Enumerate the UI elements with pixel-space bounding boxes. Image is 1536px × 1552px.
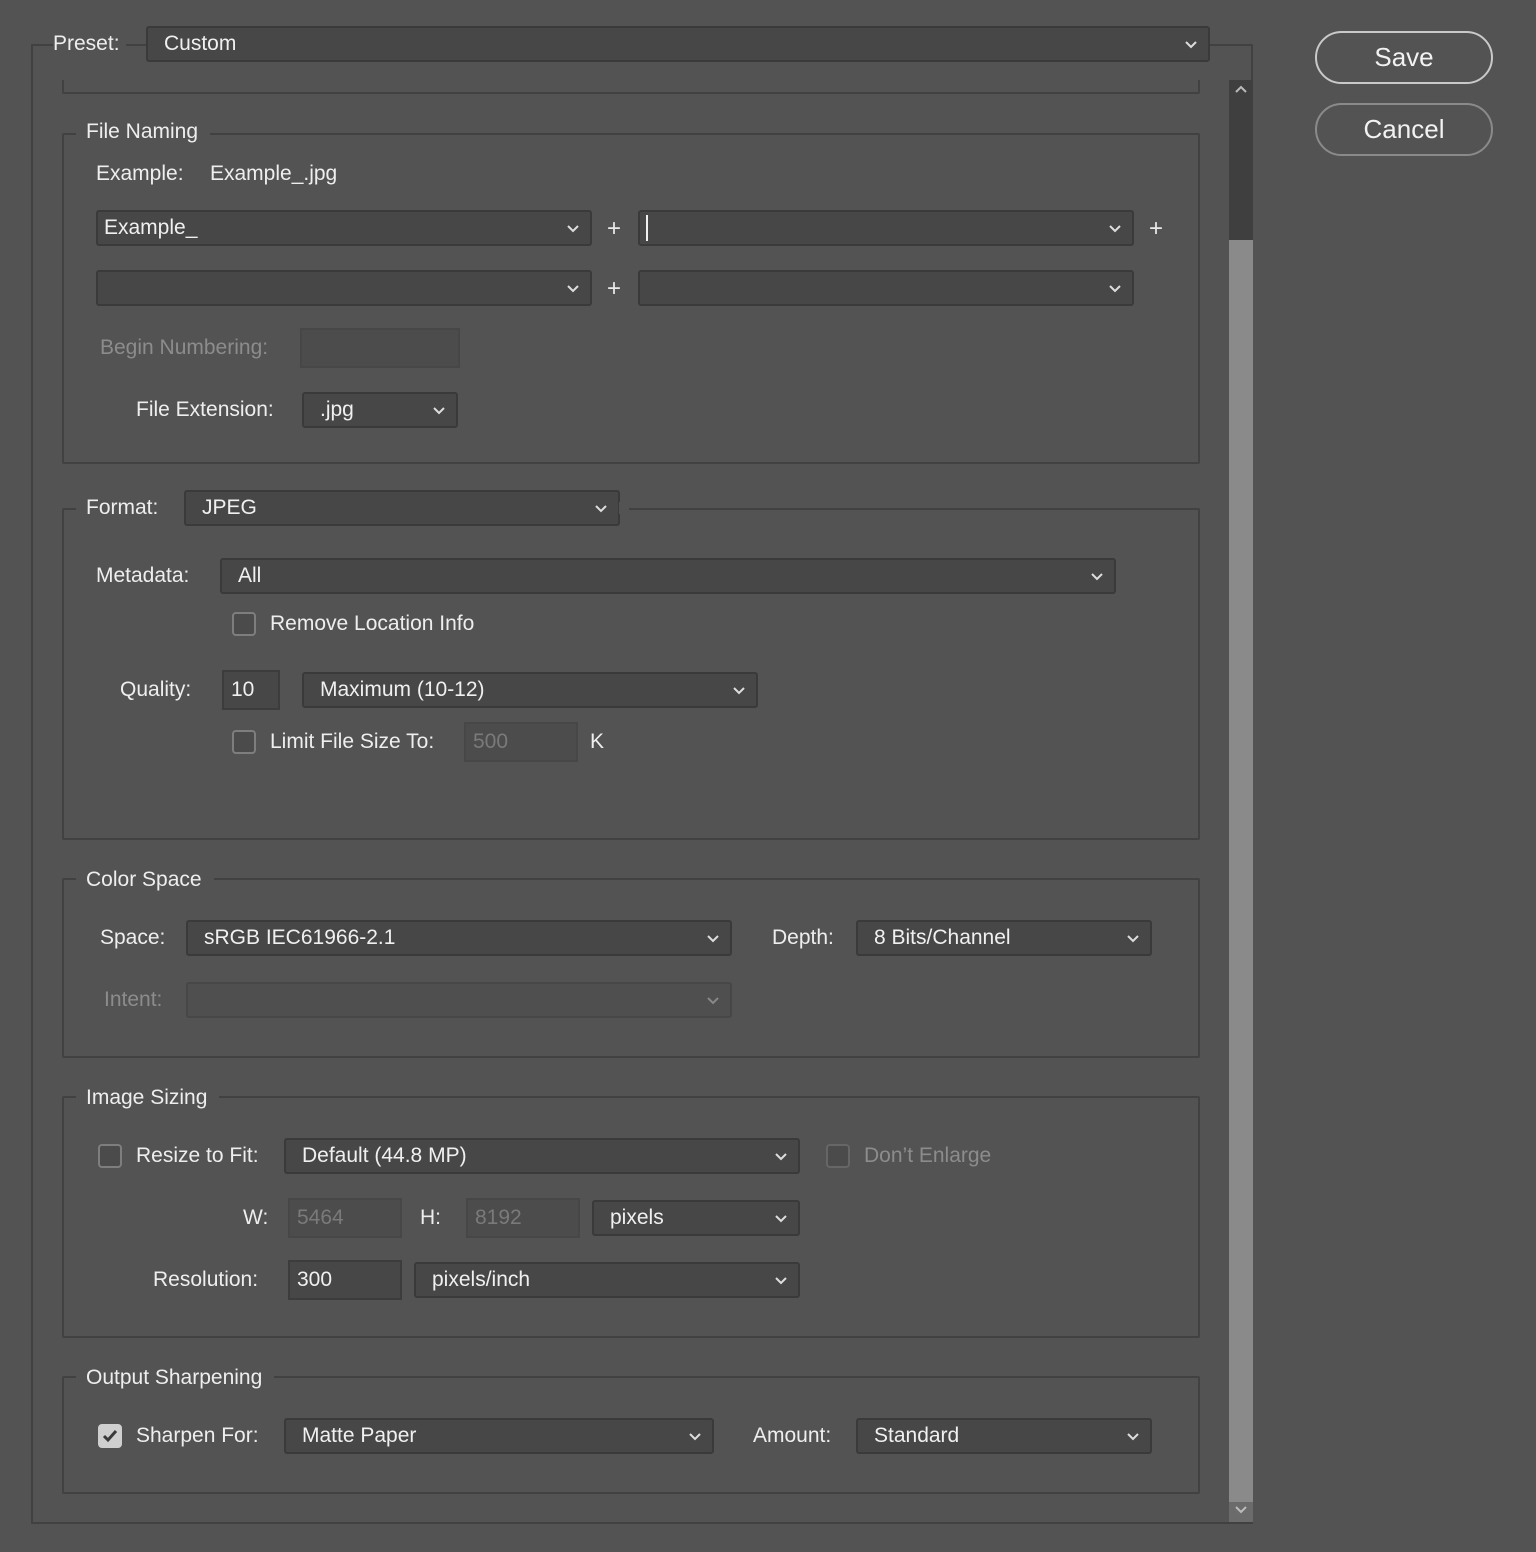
space-label: Space: xyxy=(100,926,166,949)
plus-icon: + xyxy=(607,275,622,302)
chevron-down-icon xyxy=(1109,225,1121,233)
size-unit-value: pixels xyxy=(610,1206,664,1229)
resize-to-fit-checkbox[interactable] xyxy=(98,1144,122,1168)
size-unit-select[interactable]: pixels xyxy=(592,1200,800,1236)
amount-select[interactable]: Standard xyxy=(856,1418,1152,1454)
amount-value: Standard xyxy=(874,1424,960,1447)
name-part-1-select[interactable]: Example_ xyxy=(96,210,592,246)
resize-to-fit-value: Default (44.8 MP) xyxy=(302,1144,467,1167)
text-cursor xyxy=(646,215,648,242)
chevron-down-icon xyxy=(1109,285,1121,293)
scrollbar-thumb[interactable] xyxy=(1229,240,1253,1502)
metadata-select[interactable]: All xyxy=(220,558,1116,594)
scrollbar-track xyxy=(1229,80,1253,240)
remove-location-label: Remove Location Info xyxy=(270,612,475,635)
checkmark-icon xyxy=(102,1430,118,1443)
quality-field[interactable]: 10 xyxy=(222,670,280,710)
begin-numbering-label: Begin Numbering: xyxy=(100,336,269,359)
file-extension-value: .jpg xyxy=(320,398,354,421)
limit-size-field[interactable]: 500 xyxy=(464,722,578,762)
cancel-button[interactable]: Cancel xyxy=(1315,103,1493,156)
scroll-down-icon[interactable] xyxy=(1234,1502,1248,1516)
height-field[interactable]: 8192 xyxy=(466,1198,580,1238)
limit-size-unit: K xyxy=(590,730,605,753)
begin-numbering-field[interactable] xyxy=(300,328,460,368)
metadata-value: All xyxy=(238,564,262,587)
chevron-down-icon xyxy=(707,997,719,1005)
dont-enlarge-label: Don’t Enlarge xyxy=(864,1144,992,1167)
quality-preset-select[interactable]: Maximum (10-12) xyxy=(302,672,758,708)
preset-value: Custom xyxy=(164,32,237,55)
chevron-down-icon xyxy=(433,407,445,415)
sharpen-for-label: Sharpen For: xyxy=(136,1424,259,1447)
plus-icon: + xyxy=(1149,215,1164,242)
chevron-down-icon xyxy=(775,1153,787,1161)
vertical-scrollbar[interactable] xyxy=(1229,80,1253,1522)
chevron-down-icon xyxy=(689,1433,701,1441)
chevron-down-icon xyxy=(733,687,745,695)
format-title-gap xyxy=(619,502,629,514)
depth-value: 8 Bits/Channel xyxy=(874,926,1011,949)
intent-label: Intent: xyxy=(104,988,163,1011)
space-select[interactable]: sRGB IEC61966-2.1 xyxy=(186,920,732,956)
chevron-down-icon xyxy=(595,505,607,513)
chevron-down-icon xyxy=(775,1277,787,1285)
name-part-1-value: Example_ xyxy=(104,216,198,239)
image-sizing-title: Image Sizing xyxy=(76,1084,220,1112)
name-part-2-select[interactable] xyxy=(638,210,1134,246)
chevron-down-icon xyxy=(567,225,579,233)
resize-to-fit-select[interactable]: Default (44.8 MP) xyxy=(284,1138,800,1174)
sharpen-for-checkbox[interactable] xyxy=(98,1424,122,1448)
color-space-title: Color Space xyxy=(76,866,214,894)
dont-enlarge-checkbox[interactable] xyxy=(826,1144,850,1168)
previous-group-edge xyxy=(62,80,1200,94)
save-button[interactable]: Save xyxy=(1315,31,1493,84)
quality-preset-value: Maximum (10-12) xyxy=(320,678,485,701)
file-naming-title: File Naming xyxy=(76,118,211,146)
chevron-down-icon xyxy=(1091,573,1103,581)
preset-label: Preset: xyxy=(53,31,126,57)
name-part-4-select[interactable] xyxy=(638,270,1134,306)
resolution-label: Resolution: xyxy=(153,1268,259,1291)
chevron-down-icon xyxy=(1185,41,1197,49)
sharpen-for-value: Matte Paper xyxy=(302,1424,417,1447)
format-select[interactable]: JPEG xyxy=(184,490,620,526)
chevron-down-icon xyxy=(1127,1433,1139,1441)
resolution-field[interactable]: 300 xyxy=(288,1260,402,1300)
resize-to-fit-label: Resize to Fit: xyxy=(136,1144,259,1167)
example-label: Example: xyxy=(96,162,184,185)
quality-label: Quality: xyxy=(120,678,192,701)
plus-icon: + xyxy=(607,215,622,242)
intent-select[interactable] xyxy=(186,982,732,1018)
resolution-unit-value: pixels/inch xyxy=(432,1268,531,1291)
chevron-down-icon xyxy=(775,1215,787,1223)
width-field[interactable]: 5464 xyxy=(288,1198,402,1238)
scroll-up-icon[interactable] xyxy=(1234,83,1248,97)
remove-location-checkbox[interactable] xyxy=(232,612,256,636)
limit-size-checkbox[interactable] xyxy=(232,730,256,754)
preset-select[interactable]: Custom xyxy=(146,26,1210,62)
space-value: sRGB IEC61966-2.1 xyxy=(204,926,396,949)
depth-label: Depth: xyxy=(772,926,834,949)
chevron-down-icon xyxy=(1127,935,1139,943)
resolution-unit-select[interactable]: pixels/inch xyxy=(414,1262,800,1298)
settings-scroll-area[interactable]: File Naming Example: Example_.jpg Exampl… xyxy=(33,80,1229,1522)
sharpen-for-select[interactable]: Matte Paper xyxy=(284,1418,714,1454)
file-extension-select[interactable]: .jpg xyxy=(302,392,458,428)
amount-label: Amount: xyxy=(753,1424,832,1447)
name-part-3-select[interactable] xyxy=(96,270,592,306)
output-sharpening-title: Output Sharpening xyxy=(76,1364,275,1392)
chevron-down-icon xyxy=(567,285,579,293)
limit-size-label: Limit File Size To: xyxy=(270,730,435,753)
file-extension-label: File Extension: xyxy=(136,398,274,421)
chevron-down-icon xyxy=(707,935,719,943)
height-label: H: xyxy=(420,1206,441,1229)
metadata-label: Metadata: xyxy=(96,564,190,587)
format-value: JPEG xyxy=(202,496,257,519)
example-value: Example_.jpg xyxy=(210,162,338,185)
width-label: W: xyxy=(243,1206,269,1229)
color-space-group xyxy=(62,878,1200,1058)
depth-select[interactable]: 8 Bits/Channel xyxy=(856,920,1152,956)
